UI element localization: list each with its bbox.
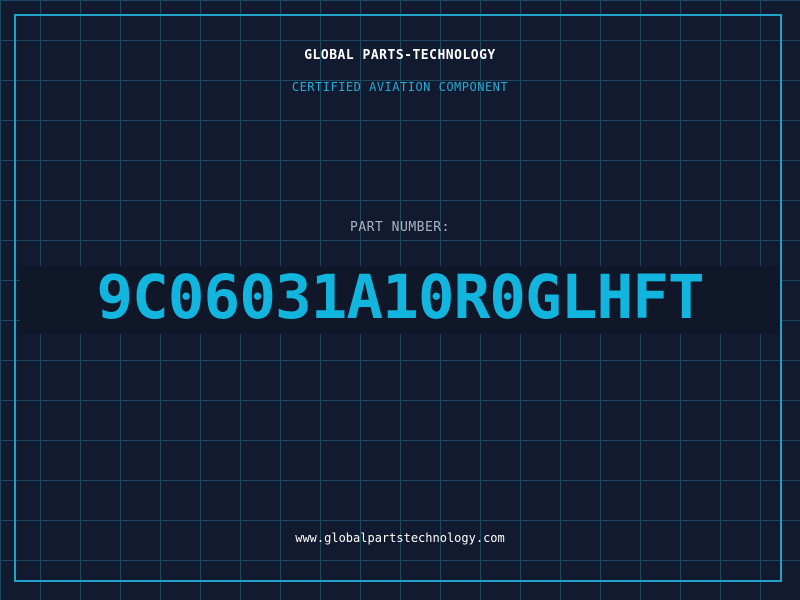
company-name: GLOBAL PARTS-TECHNOLOGY [304, 48, 496, 63]
part-number-value: 9C06031A10R0GLHFT [96, 262, 704, 333]
website-url: www.globalpartstechnology.com [295, 531, 505, 545]
certification-tagline: CERTIFIED AVIATION COMPONENT [291, 80, 509, 94]
part-number-label: PART NUMBER: [350, 220, 450, 235]
